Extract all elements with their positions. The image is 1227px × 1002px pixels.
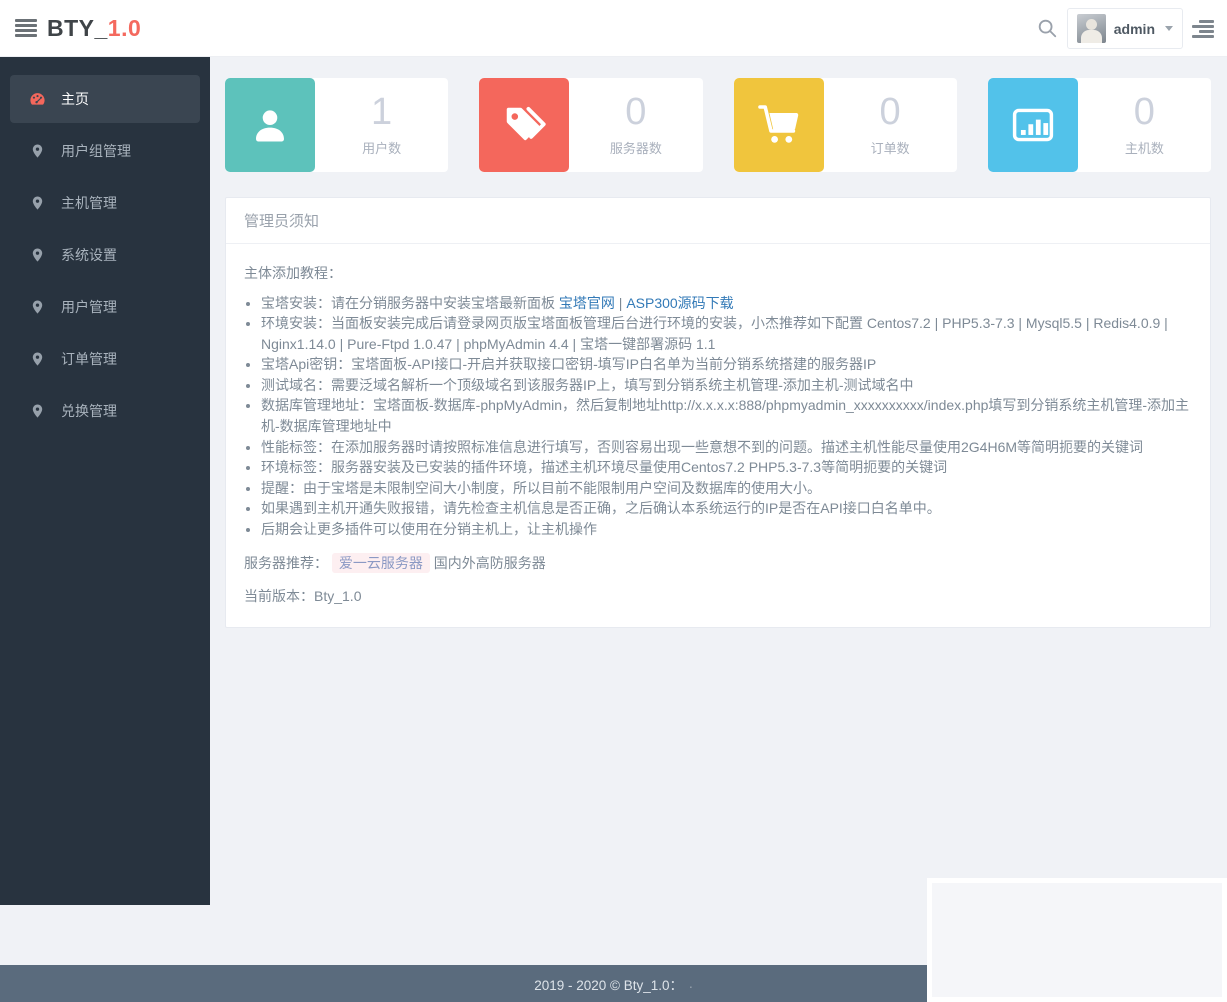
notice-bullet: 性能标签：在添加服务器时请按照标准信息进行填写，否则容易出现一些意想不到的问题。… (261, 437, 1192, 458)
brand-version: 1.0 (108, 15, 141, 41)
user-dropdown[interactable]: admin (1067, 8, 1183, 49)
notice-bullet: 宝塔Api密钥：宝塔面板-API接口-开启并获取接口密钥-填写IP白名单为当前分… (261, 354, 1192, 375)
stat-card-orders: 0 订单数 (734, 78, 957, 172)
sidebar-item-label: 兑换管理 (61, 401, 117, 421)
stat-body: 0 服务器数 (569, 78, 702, 172)
map-pin-icon (28, 195, 46, 211)
stat-body: 1 用户数 (315, 78, 448, 172)
notice-intro: 主体添加教程： (244, 263, 1192, 284)
notice-bullet: 环境安装：当面板安装完成后请登录网页版宝塔面板管理后台进行环境的安装，小杰推荐如… (261, 313, 1192, 354)
admin-notice-panel: 管理员须知 主体添加教程： 宝塔安装：请在分销服务器中安装宝塔最新面板 宝塔官网… (225, 197, 1211, 628)
stats-row: 1 用户数 0 服务器数 0 订单数 0 主机数 (210, 57, 1227, 172)
map-pin-icon (28, 143, 46, 159)
notice-bullet: 提醒：由于宝塔是未限制空间大小制度，所以目前不能限制用户空间及数据库的使用大小。 (261, 478, 1192, 499)
chevron-down-icon (1165, 26, 1173, 31)
recommend-link[interactable]: 爱一云服务器 (332, 553, 430, 573)
search-icon[interactable] (1036, 17, 1060, 41)
stat-value: 1 (371, 93, 392, 131)
dashboard-icon (28, 91, 46, 108)
notice-bullet: 环境标签：服务器安装及已安装的插件环境，描述主机环境尽量使用Centos7.2 … (261, 457, 1192, 478)
map-pin-icon (28, 247, 46, 263)
map-pin-icon (28, 299, 46, 315)
stat-label: 服务器数 (610, 138, 662, 157)
stat-card-servers: 0 服务器数 (479, 78, 702, 172)
stat-card-hosts: 0 主机数 (988, 78, 1211, 172)
top-navbar: BTY_1.0 admin (0, 0, 1227, 57)
stat-value: 0 (625, 93, 646, 131)
sidebar-item-label: 主页 (61, 89, 89, 109)
sidebar-item-host-manage[interactable]: 主机管理 (10, 179, 200, 227)
panel-title: 管理员须知 (226, 198, 1210, 244)
recommend-rest: 国内外高防服务器 (434, 555, 546, 571)
sidebar-item-label: 用户组管理 (61, 141, 131, 161)
sidebar-item-home[interactable]: 主页 (10, 75, 200, 123)
sidebar-item-label: 主机管理 (61, 193, 117, 213)
main-content: 1 用户数 0 服务器数 0 订单数 0 主机数 管理员须知 主体添加教程： 宝塔安装：请在分… (210, 57, 1227, 628)
notice-link[interactable]: ASP300源码下载 (626, 295, 733, 311)
bar-chart-icon (988, 78, 1078, 172)
brand-logo[interactable]: BTY_1.0 (47, 15, 141, 42)
stat-label: 订单数 (871, 138, 910, 157)
footer-copyright: 2019 - 2020 © Bty_1.0： (534, 974, 683, 994)
bottom-right-overlay-panel (927, 878, 1227, 1002)
map-pin-icon (28, 351, 46, 367)
footer-dot-link[interactable]: . (689, 976, 693, 991)
stat-label: 主机数 (1125, 138, 1164, 157)
panel-body: 主体添加教程： 宝塔安装：请在分销服务器中安装宝塔最新面板 宝塔官网 | ASP… (226, 244, 1210, 627)
sidebar-item-order-manage[interactable]: 订单管理 (10, 335, 200, 383)
user-icon (225, 78, 315, 172)
stat-body: 0 订单数 (824, 78, 957, 172)
cart-icon (734, 78, 824, 172)
stat-card-users: 1 用户数 (225, 78, 448, 172)
sidebar-menu: 主页用户组管理主机管理系统设置用户管理订单管理兑换管理 (0, 75, 210, 435)
sidebar-item-system-settings[interactable]: 系统设置 (10, 231, 200, 279)
right-sidebar-toggle-icon[interactable] (1192, 20, 1214, 40)
notice-bullet: 后期会让更多插件可以使用在分销主机上，让主机操作 (261, 519, 1192, 540)
notice-bullet: 宝塔安装：请在分销服务器中安装宝塔最新面板 宝塔官网 | ASP300源码下载 (261, 293, 1192, 314)
stat-value: 0 (880, 93, 901, 131)
stat-body: 0 主机数 (1078, 78, 1211, 172)
user-name: admin (1114, 21, 1155, 37)
version-line: 当前版本：Bty_1.0 (244, 586, 1192, 607)
avatar (1077, 14, 1106, 43)
notice-bullet: 测试域名：需要泛域名解析一个顶级域名到该服务器IP上，填写到分销系统主机管理-添… (261, 375, 1192, 396)
stat-label: 用户数 (362, 138, 401, 157)
server-recommend-line: 服务器推荐： 爱一云服务器 国内外高防服务器 (244, 553, 1192, 574)
sidebar-item-label: 系统设置 (61, 245, 117, 265)
sidebar: 主页用户组管理主机管理系统设置用户管理订单管理兑换管理 (0, 57, 210, 905)
sidebar-item-user-groups[interactable]: 用户组管理 (10, 127, 200, 175)
menu-toggle-icon[interactable] (15, 19, 37, 39)
brand-prefix: BTY_ (47, 15, 108, 41)
recommend-label: 服务器推荐： (244, 555, 328, 571)
map-pin-icon (28, 403, 46, 419)
notice-list: 宝塔安装：请在分销服务器中安装宝塔最新面板 宝塔官网 | ASP300源码下载环… (246, 293, 1192, 540)
sidebar-item-label: 订单管理 (61, 349, 117, 369)
notice-bullet: 如果遇到主机开通失败报错，请先检查主机信息是否正确，之后确认本系统运行的IP是否… (261, 498, 1192, 519)
sidebar-item-user-manage[interactable]: 用户管理 (10, 283, 200, 331)
sidebar-item-redeem-manage[interactable]: 兑换管理 (10, 387, 200, 435)
notice-link[interactable]: 宝塔官网 (559, 295, 615, 311)
stat-value: 0 (1134, 93, 1155, 131)
notice-bullet: 数据库管理地址：宝塔面板-数据库-phpMyAdmin，然后复制地址http:/… (261, 395, 1192, 436)
sidebar-item-label: 用户管理 (61, 297, 117, 317)
tags-icon (479, 78, 569, 172)
